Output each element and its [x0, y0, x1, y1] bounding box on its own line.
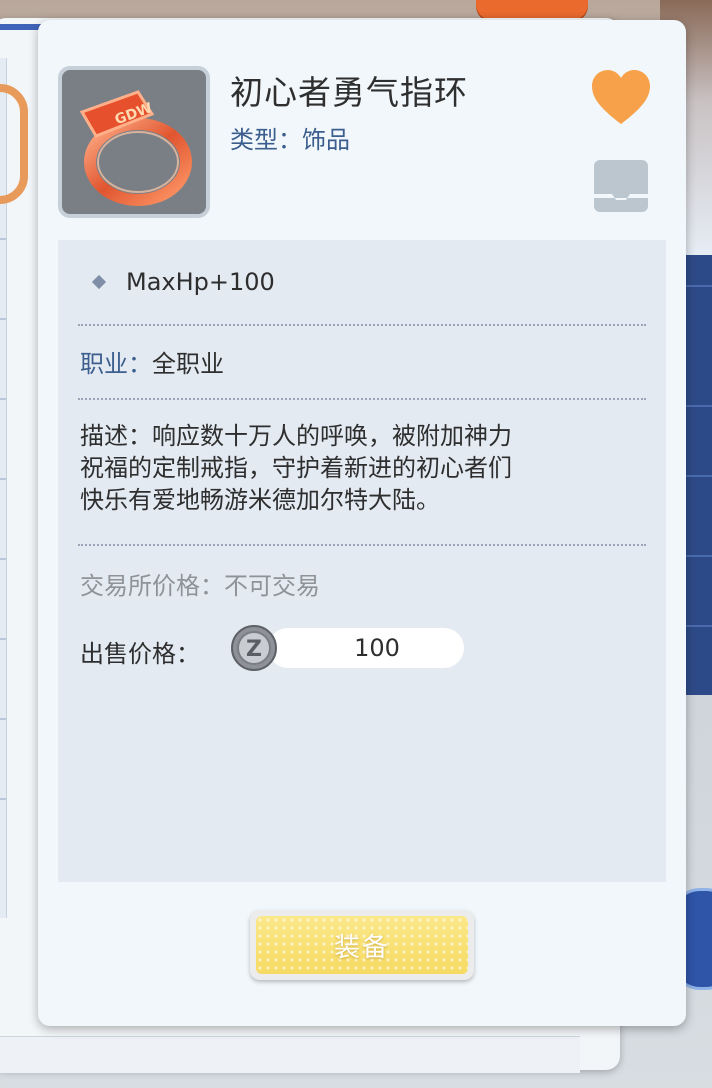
description-line: 描述：响应数十万人的呼唤，被附加神力: [80, 422, 512, 450]
inventory-ring-thumbnail: [0, 84, 28, 204]
item-detail-card: GDW 初心者勇气指环 类型：饰品 MaxHp+100 职业：全职业 描述：响应…: [38, 20, 686, 1026]
description-line: 祝福的定制戒指，守护着新进的初心者们: [80, 454, 512, 482]
item-detail-section: MaxHp+100 职业：全职业 描述：响应数十万人的呼唤，被附加神力 祝福的定…: [58, 240, 666, 882]
sell-price-value: 100: [354, 634, 400, 662]
sell-price-label: 出售价格：: [80, 640, 200, 668]
item-type: 类型：饰品: [230, 120, 350, 155]
description-line: 快乐有爱地畅游米德加尔特大陆。: [80, 486, 440, 514]
equip-button-label: 装备: [256, 916, 468, 974]
job-label: 职业：: [80, 350, 152, 378]
item-description: 描述：响应数十万人的呼唤，被附加神力 祝福的定制戒指，守护着新进的初心者们 快乐…: [80, 420, 640, 516]
item-type-value: 饰品: [302, 126, 350, 154]
heart-icon[interactable]: [590, 68, 652, 126]
item-type-label: 类型：: [230, 126, 302, 154]
svg-text:Z: Z: [246, 637, 262, 662]
stat-row: MaxHp+100: [91, 268, 275, 296]
stat-text: MaxHp+100: [126, 268, 275, 296]
ring-item-icon: GDW: [79, 90, 192, 206]
diamond-bullet-icon: [91, 274, 107, 290]
sell-price-field: 100: [268, 628, 464, 668]
inventory-footer: [0, 1036, 580, 1073]
divider: [78, 324, 646, 326]
equip-button[interactable]: 装备: [250, 910, 474, 980]
item-icon-frame: GDW: [58, 66, 210, 218]
top-orange-tab: [476, 0, 588, 20]
exchange-value: 不可交易: [224, 572, 320, 600]
divider: [78, 398, 646, 400]
job-row: 职业：全职业: [80, 344, 224, 379]
divider: [78, 544, 646, 546]
exchange-label: 交易所价格：: [80, 572, 224, 600]
job-value: 全职业: [152, 350, 224, 378]
item-name: 初心者勇气指环: [230, 73, 468, 112]
zeny-coin-icon: Z: [231, 625, 277, 671]
tray-icon[interactable]: [592, 158, 650, 214]
exchange-price-row: 交易所价格：不可交易: [80, 566, 320, 601]
right-side-menu-strip: [684, 255, 712, 695]
